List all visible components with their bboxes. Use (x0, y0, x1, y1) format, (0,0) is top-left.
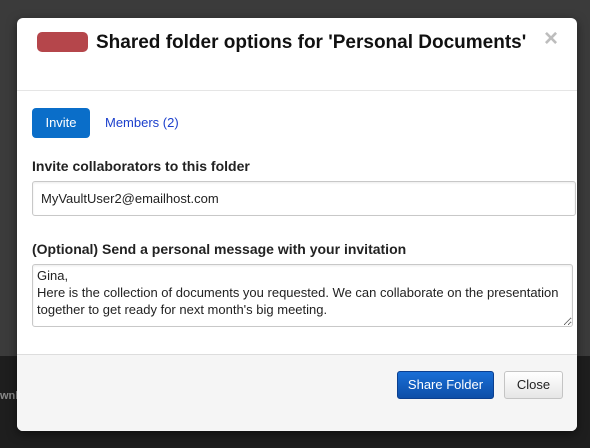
email-field[interactable] (32, 181, 576, 216)
dialog-title: Shared folder options for 'Personal Docu… (96, 32, 527, 53)
close-icon[interactable]: × (541, 26, 561, 52)
shared-folder-dialog: Shared folder options for 'Personal Docu… (17, 18, 577, 431)
share-folder-button[interactable]: Share Folder (397, 371, 494, 399)
tab-invite[interactable]: Invite (32, 108, 90, 138)
tab-members[interactable]: Members (2) (105, 108, 195, 138)
background-partial-text: wnl (0, 390, 19, 402)
message-textarea[interactable]: Gina, Here is the collection of document… (32, 264, 573, 327)
close-button[interactable]: Close (504, 371, 563, 399)
dialog-header: Shared folder options for 'Personal Docu… (17, 18, 577, 91)
message-label: (Optional) Send a personal message with … (32, 241, 407, 257)
invite-label: Invite collaborators to this folder (32, 158, 250, 174)
dialog-footer: Share Folder Close (17, 354, 577, 431)
